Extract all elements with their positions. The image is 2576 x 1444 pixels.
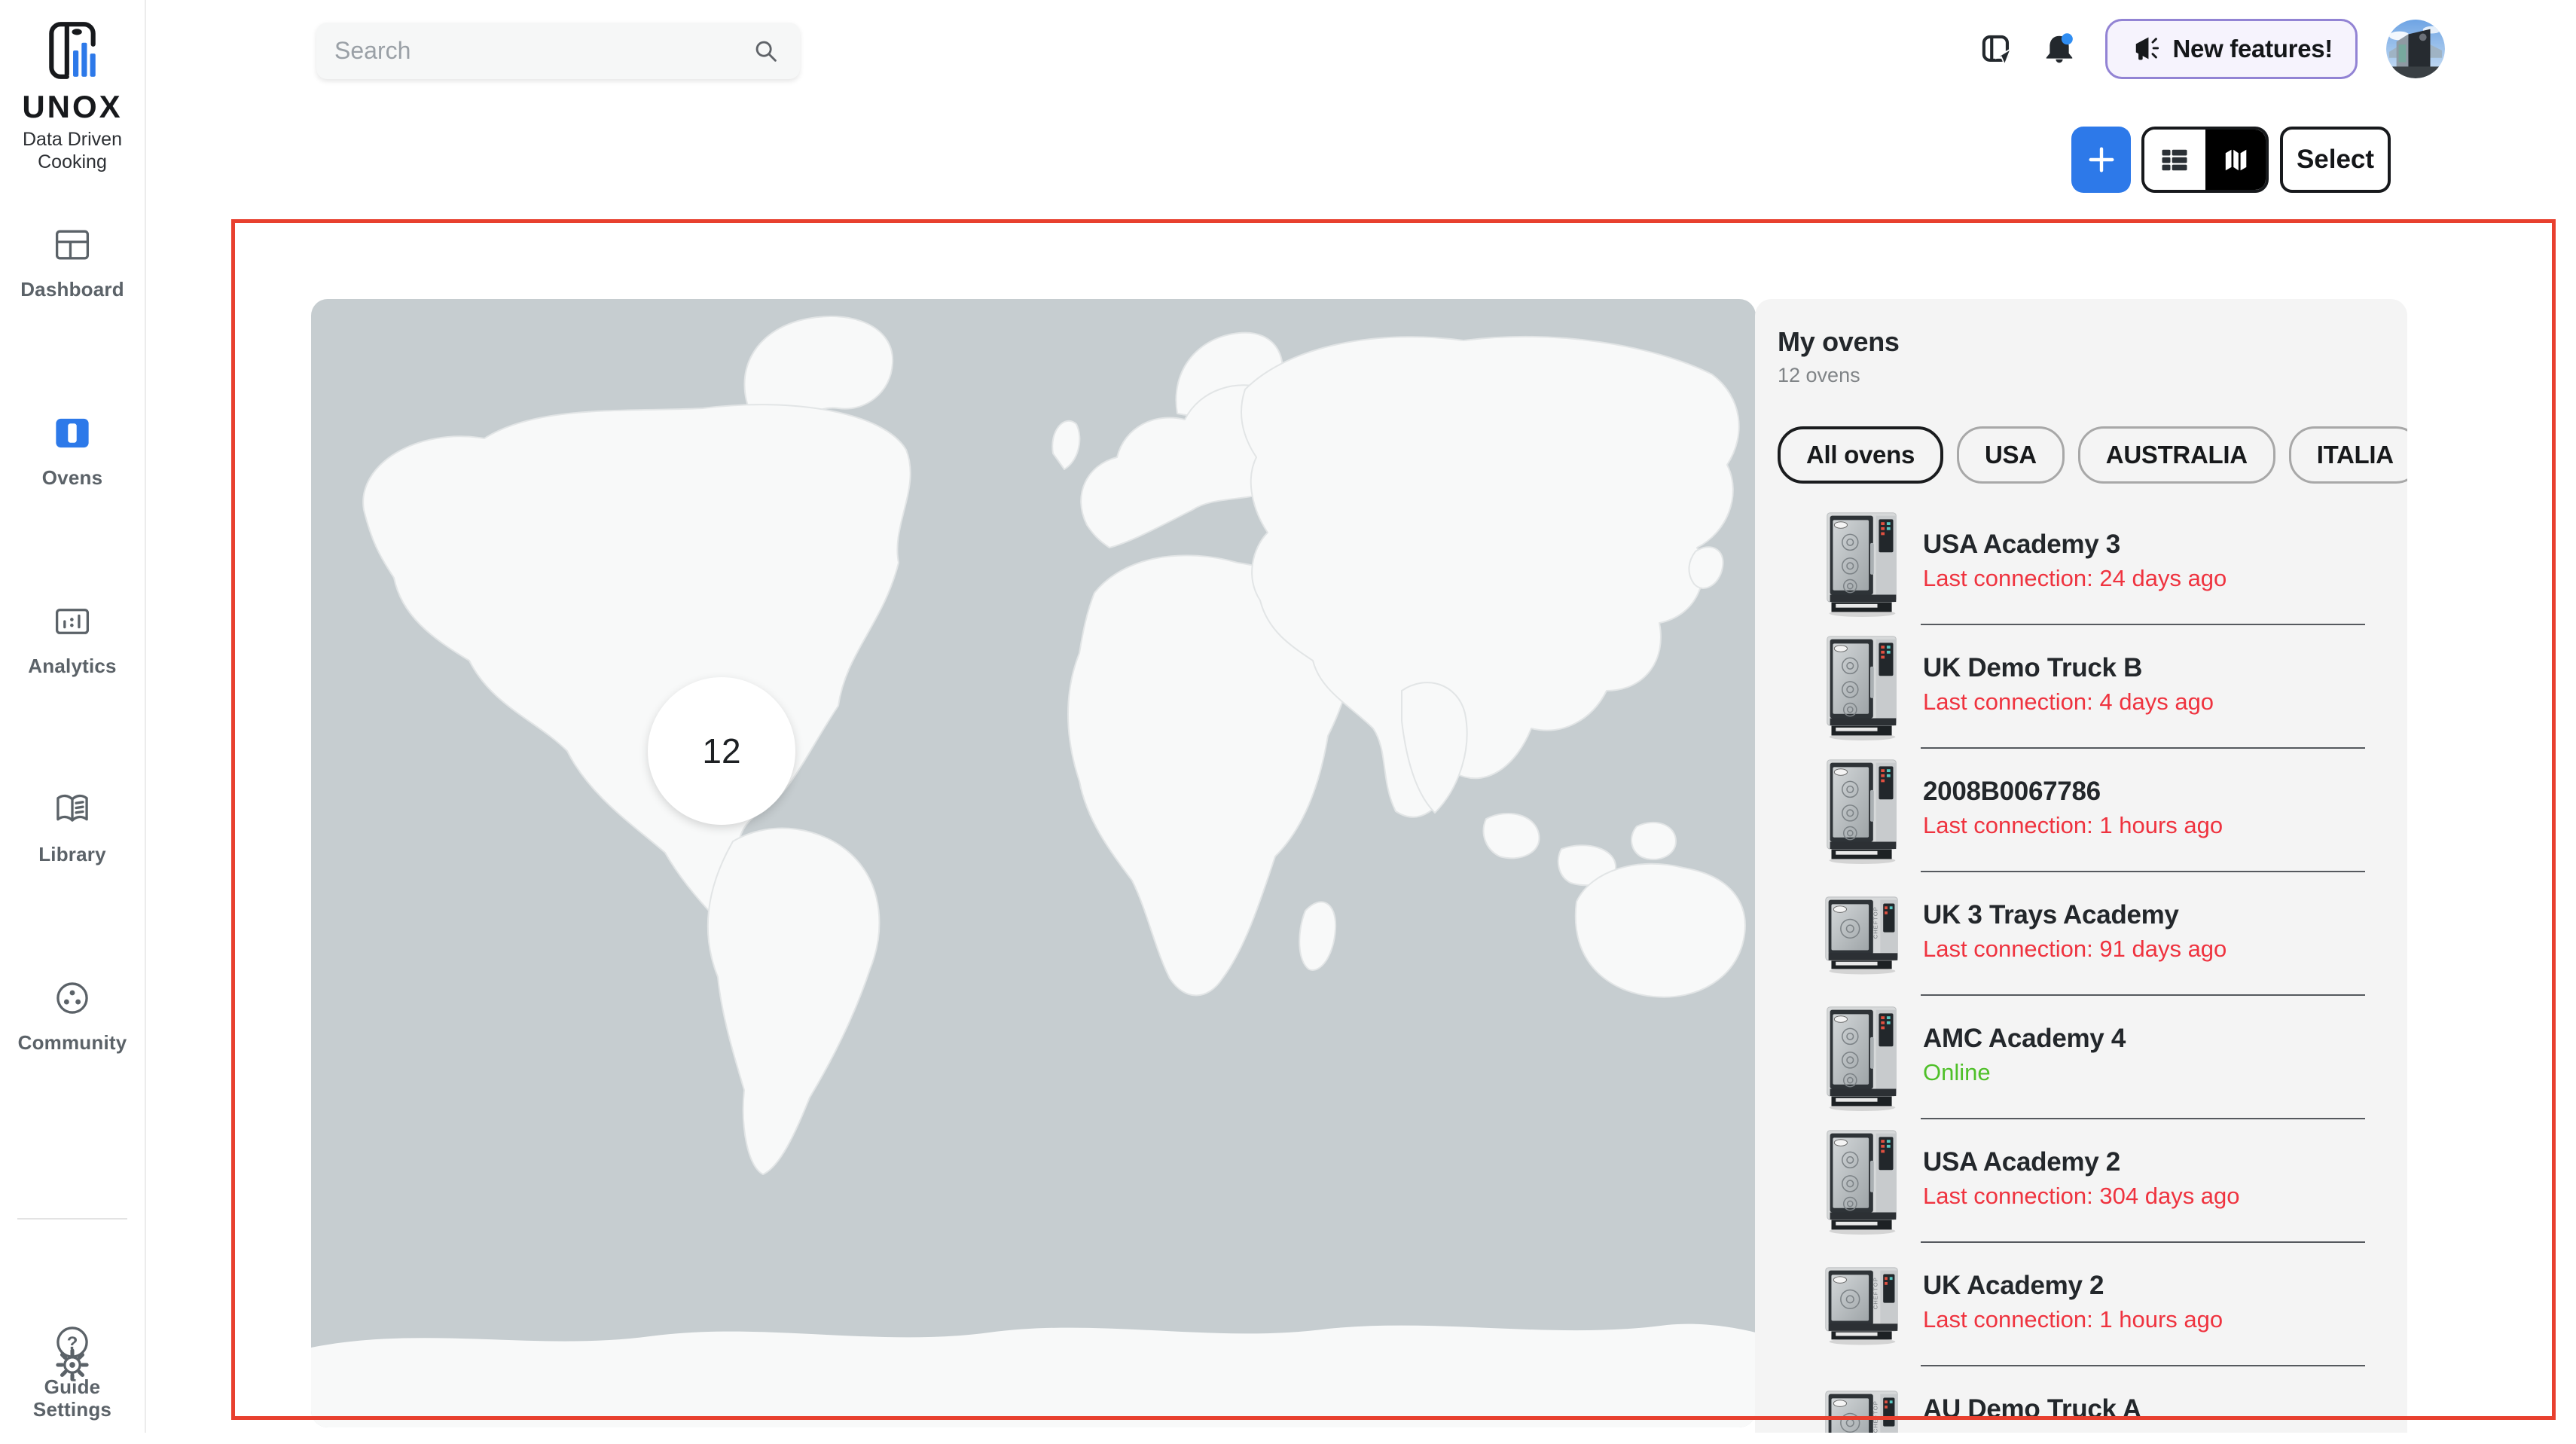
oven-status: Last connection: 304 days ago: [1923, 1183, 2240, 1210]
oven-list-item[interactable]: USA Academy 2 Last connection: 304 days …: [1755, 1119, 2407, 1243]
notifications-bell-icon[interactable]: [2042, 32, 2077, 66]
my-ovens-panel: My ovens 12 ovens All ovens USA AUSTRALI…: [1755, 299, 2407, 1433]
sidebar-item-community[interactable]: Community: [0, 975, 145, 1077]
sidebar-item-label: Library: [38, 843, 106, 866]
list-view-button[interactable]: [2144, 130, 2205, 190]
table-list-icon: [2158, 143, 2191, 176]
new-features-button[interactable]: New features!: [2105, 19, 2358, 79]
oven-name: AMC Academy 4: [1923, 1024, 2126, 1054]
filter-chip-label: All ovens: [1806, 441, 1915, 469]
sidebar-nav: Dashboard Ovens Analytics Library Commun…: [0, 222, 145, 1444]
oven-list-item[interactable]: 2008B0067786 Last connection: 1 hours ag…: [1755, 749, 2407, 872]
filter-chips-row: All ovens USA AUSTRALIA ITALIA: [1755, 426, 2407, 484]
oven-thumbnail-image: [1821, 754, 1903, 867]
sidebar-item-guide[interactable]: ? Guide: [0, 1320, 145, 1421]
filter-chip-all-ovens[interactable]: All ovens: [1778, 426, 1943, 484]
brand-name: UNOX: [0, 89, 145, 125]
analytics-icon: [50, 599, 95, 644]
megaphone-icon: [2130, 34, 2160, 64]
oven-status: Last connection: 4 days ago: [1923, 688, 2214, 716]
oven-list-item[interactable]: AU Demo Truck A Last connection: 277 day…: [1755, 1366, 2407, 1433]
filter-chip-australia[interactable]: AUSTRALIA: [2078, 426, 2275, 484]
folded-map-icon: [2219, 143, 2252, 176]
oven-list-item[interactable]: UK 3 Trays Academy Last connection: 91 d…: [1755, 872, 2407, 996]
panel-subtitle: 12 ovens: [1778, 364, 2385, 387]
oven-name: USA Academy 2: [1923, 1147, 2240, 1177]
oven-list-item[interactable]: AMC Academy 4 Online: [1755, 996, 2407, 1119]
oven-thumbnail-image: [1821, 507, 1903, 620]
add-oven-button[interactable]: [2071, 127, 2131, 193]
oven-name: UK 3 Trays Academy: [1923, 900, 2227, 930]
filter-chip-italia[interactable]: ITALIA: [2289, 426, 2407, 484]
oven-name: UK Academy 2: [1923, 1271, 2223, 1301]
cluster-count: 12: [702, 731, 740, 771]
unox-oven-logo-icon: [44, 20, 100, 81]
sidebar-item-library[interactable]: Library: [0, 787, 145, 889]
user-avatar[interactable]: [2386, 20, 2445, 78]
sidebar: UNOX Data Driven Cooking Dashboard Ovens…: [0, 0, 146, 1433]
notification-dot: [2062, 33, 2073, 44]
search-box: [316, 23, 800, 79]
oven-thumbnail-image: [1821, 1001, 1903, 1114]
new-features-label: New features!: [2172, 35, 2333, 63]
oven-thumbnail-image: [1821, 630, 1903, 743]
sidebar-item-dashboard[interactable]: Dashboard: [0, 222, 145, 324]
sidebar-item-label: Ovens: [42, 466, 103, 490]
sidebar-item-label: Analytics: [28, 655, 116, 678]
sidebar-item-label: Guide: [44, 1375, 101, 1399]
ovens-icon: [50, 411, 95, 456]
sidebar-item-label: Dashboard: [20, 278, 124, 301]
sidebar-item-label: Community: [18, 1031, 127, 1055]
filter-chip-label: AUSTRALIA: [2106, 441, 2248, 469]
oven-status: Last connection: 91 days ago: [1923, 936, 2227, 963]
oven-share-icon[interactable]: [1979, 32, 2013, 66]
oven-thumbnail-image: [1821, 1125, 1903, 1238]
map-view-button[interactable]: [2205, 130, 2266, 190]
oven-name: USA Academy 3: [1923, 530, 2227, 560]
dashboard-icon: [50, 222, 95, 267]
sidebar-divider: [17, 1218, 127, 1220]
oven-thumbnail-image: [1821, 1248, 1903, 1361]
select-button[interactable]: Select: [2280, 127, 2391, 193]
oven-thumbnail-image: [1821, 1372, 1903, 1433]
sidebar-item-analytics[interactable]: Analytics: [0, 599, 145, 701]
world-map[interactable]: 12: [311, 299, 1756, 1427]
search-icon[interactable]: [750, 35, 782, 67]
guide-icon: ?: [50, 1320, 95, 1365]
filter-chip-label: ITALIA: [2317, 441, 2394, 469]
sidebar-item-ovens[interactable]: Ovens: [0, 411, 145, 512]
map-cluster-marker[interactable]: 12: [648, 677, 795, 825]
view-mode-toggle: [2141, 127, 2269, 193]
svg-text:?: ?: [67, 1333, 78, 1354]
oven-name: 2008B0067786: [1923, 777, 2223, 807]
oven-list-item[interactable]: UK Demo Truck B Last connection: 4 days …: [1755, 625, 2407, 749]
oven-name: UK Demo Truck B: [1923, 653, 2214, 683]
oven-list-item[interactable]: UK Academy 2 Last connection: 1 hours ag…: [1755, 1243, 2407, 1366]
oven-list: USA Academy 3 Last connection: 24 days a…: [1755, 502, 2407, 1433]
filter-chip-label: USA: [1985, 441, 2037, 469]
oven-name: AU Demo Truck A: [1923, 1394, 2240, 1424]
oven-status: Last connection: 24 days ago: [1923, 565, 2227, 592]
library-icon: [50, 787, 95, 832]
oven-status: Last connection: 1 hours ago: [1923, 1306, 2223, 1333]
oven-thumbnail-image: [1821, 878, 1903, 991]
oven-status: Online: [1923, 1059, 2126, 1086]
brand: UNOX Data Driven Cooking: [0, 0, 145, 173]
community-icon: [50, 975, 95, 1021]
panel-header: My ovens 12 ovens: [1755, 326, 2407, 387]
panel-title: My ovens: [1778, 326, 2385, 358]
search-input[interactable]: [334, 37, 750, 65]
topbar-actions: New features!: [1979, 0, 2445, 98]
brand-tagline: Data Driven Cooking: [0, 128, 145, 173]
filter-chip-usa[interactable]: USA: [1957, 426, 2065, 484]
oven-status: Last connection: 277 days ago: [1923, 1430, 2240, 1433]
oven-list-item[interactable]: USA Academy 3 Last connection: 24 days a…: [1755, 502, 2407, 625]
oven-status: Last connection: 1 hours ago: [1923, 812, 2223, 839]
